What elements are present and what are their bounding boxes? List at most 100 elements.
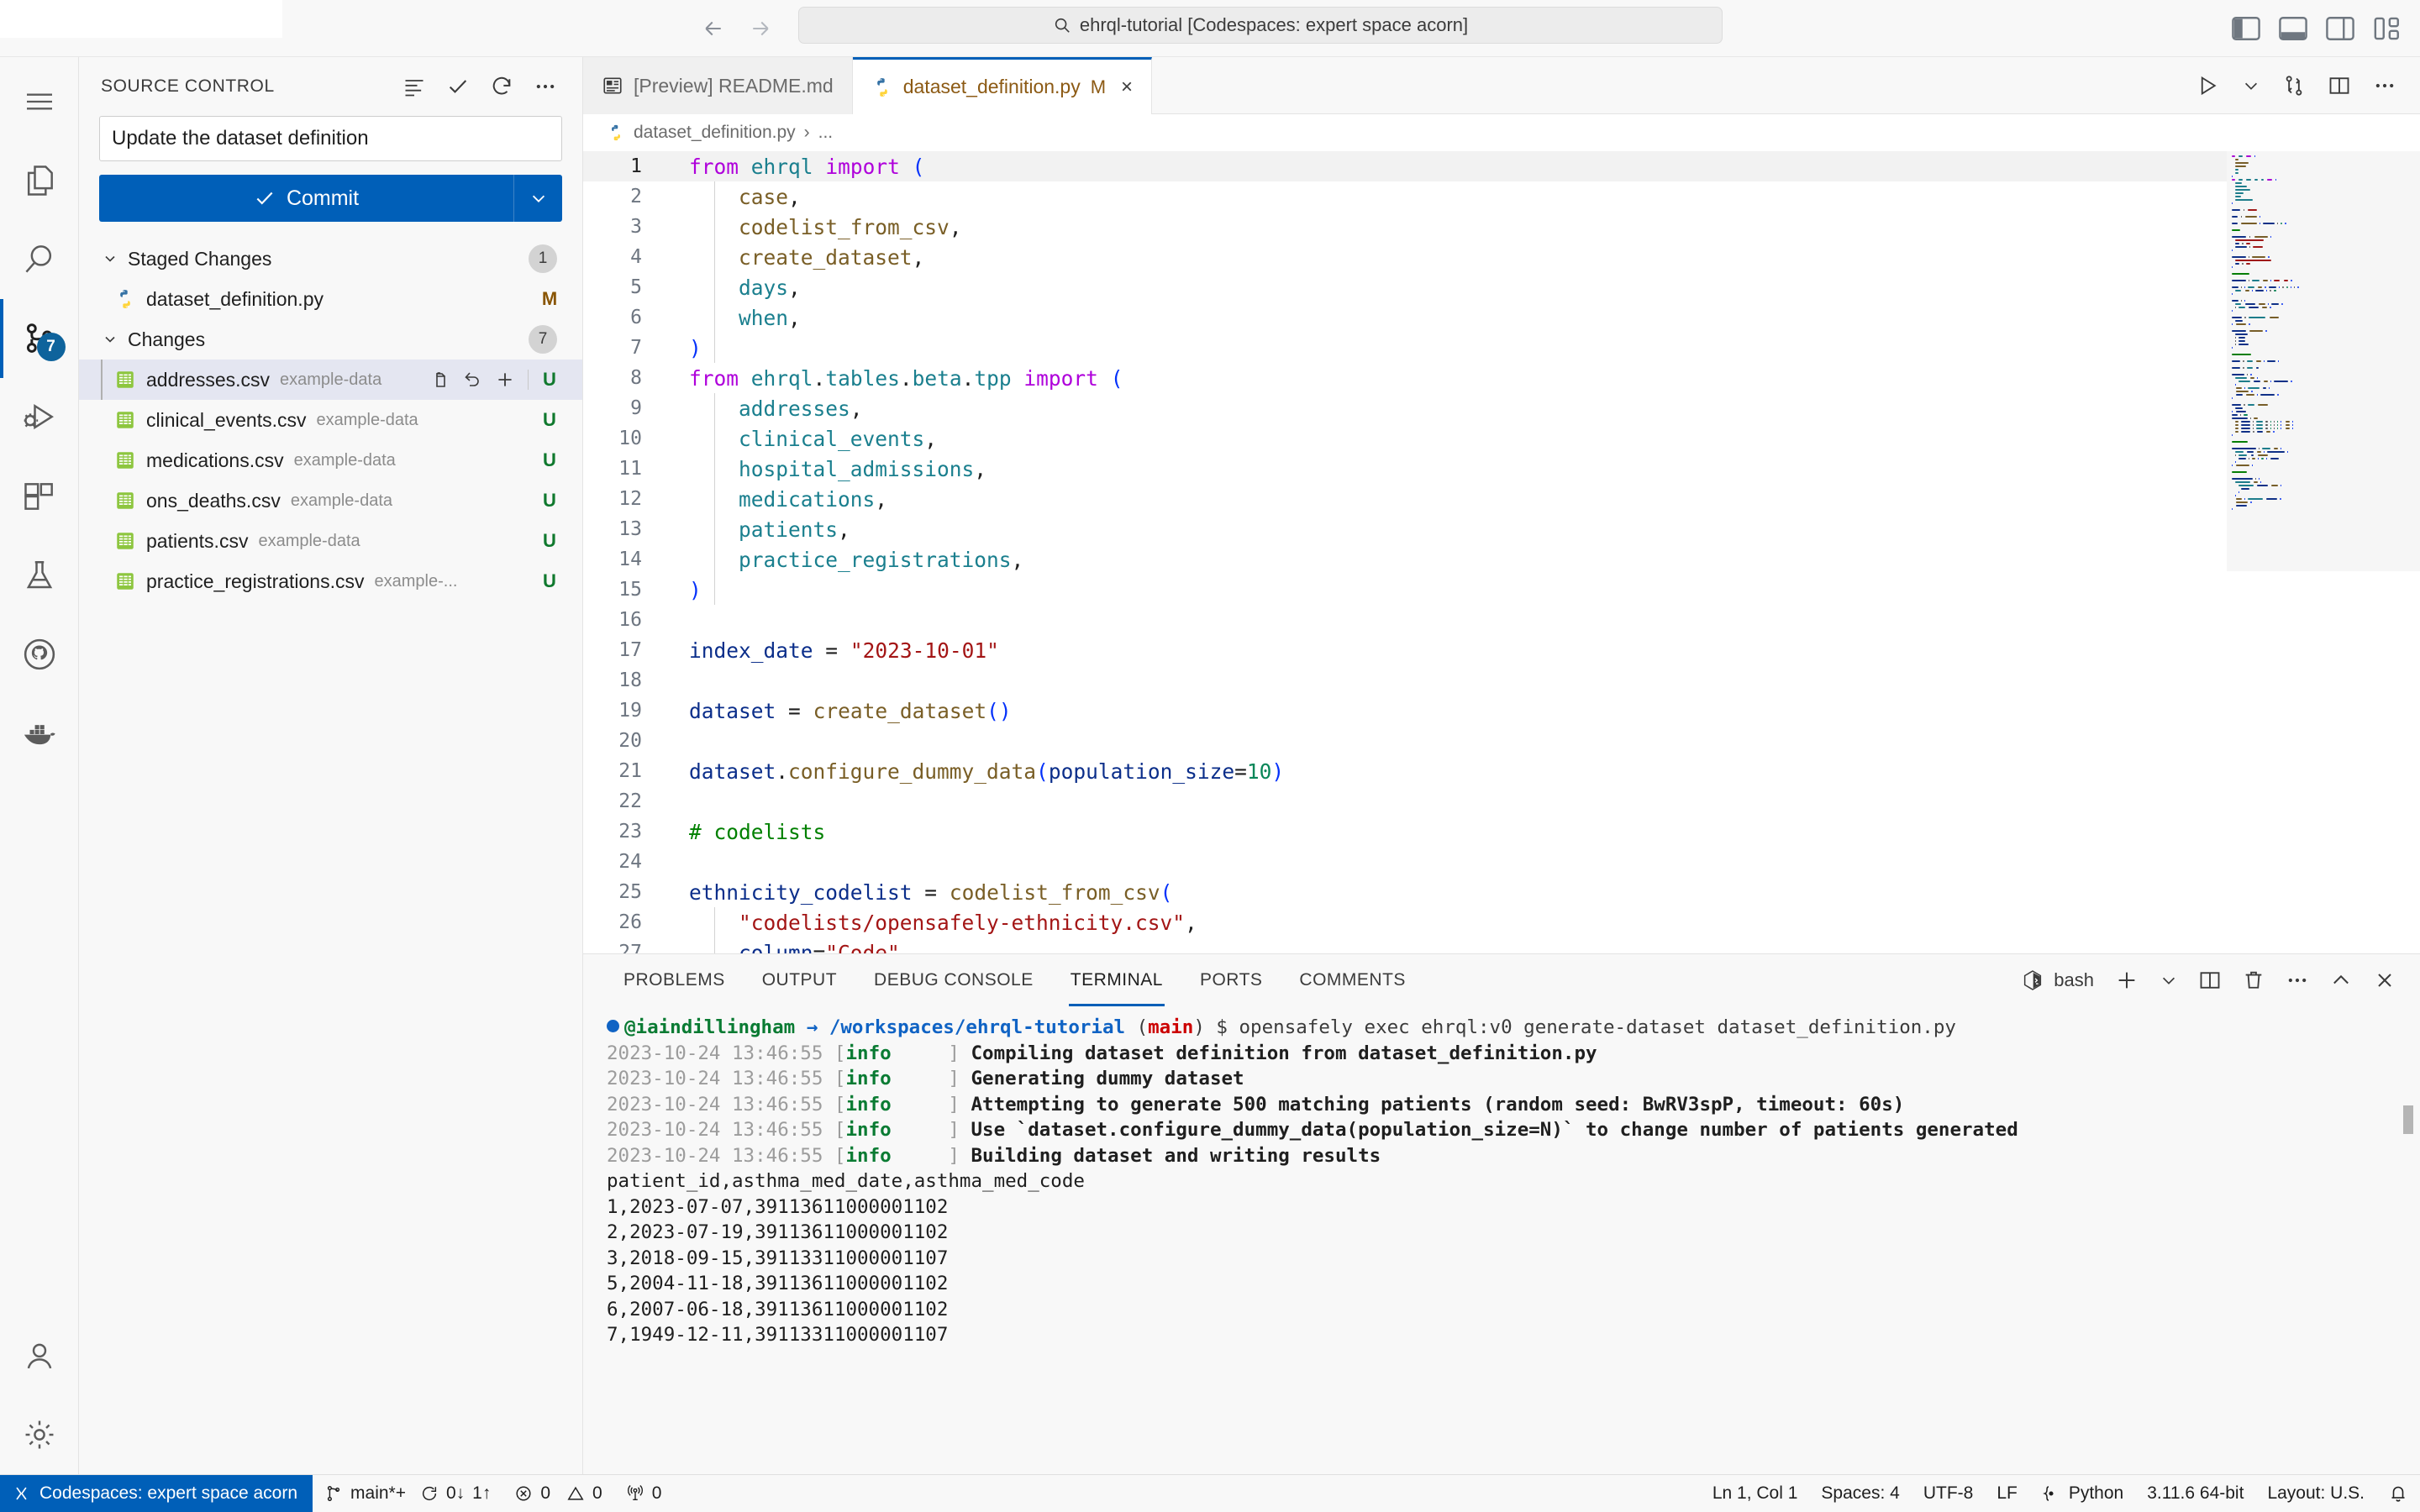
status-eol[interactable]: LF [1985,1475,2029,1512]
code-line[interactable]: 8 from ehrql.tables.beta.tpp import ( [583,363,2227,393]
scm-file-row[interactable]: clinical_events.csv example-data U [79,400,582,440]
code-line[interactable]: 10 clinical_events, [583,423,2227,454]
toggle-primary-sidebar-icon[interactable] [2232,16,2260,41]
tab-comments[interactable]: COMMENTS [1281,954,1424,1006]
close-panel-icon[interactable] [2373,969,2396,992]
code-line[interactable]: 12 medications, [583,484,2227,514]
sidebar-item-search[interactable] [0,220,79,299]
accounts-icon[interactable] [0,1316,79,1395]
code-line[interactable]: 4 create_dataset, [583,242,2227,272]
go-back-icon[interactable] [699,14,728,43]
code-line[interactable]: 15) [583,575,2227,605]
status-notifications[interactable] [2376,1475,2420,1512]
tab-output[interactable]: OUTPUT [744,954,855,1006]
code-line[interactable]: 22 [583,786,2227,816]
commit-message-input[interactable] [99,116,562,161]
code-line[interactable]: 21 dataset.configure_dummy_data(populatio… [583,756,2227,786]
status-language-mode[interactable]: Python [2029,1475,2135,1512]
code-line[interactable]: 5 days, [583,272,2227,302]
sidebar-item-source-control[interactable]: 7 [0,299,79,378]
view-as-list-icon[interactable] [397,70,431,103]
tab-terminal[interactable]: TERMINAL [1052,954,1181,1006]
code-line[interactable]: 19 dataset = create_dataset() [583,696,2227,726]
tab-readme-preview[interactable]: [Preview] README.md [583,57,853,114]
code-line[interactable]: 7) [583,333,2227,363]
status-branch[interactable]: main*+ 0↓ 1↑ [313,1475,502,1512]
sidebar-item-testing[interactable] [0,536,79,615]
tab-debug-console[interactable]: DEBUG CONSOLE [855,954,1052,1006]
code-line[interactable]: 17 index_date = "2023-10-01" [583,635,2227,665]
code-line[interactable]: 13 patients, [583,514,2227,544]
sidebar-item-github[interactable] [0,615,79,694]
manage-gear-icon[interactable] [0,1395,79,1474]
scm-file-row[interactable]: dataset_definition.py M [79,279,582,319]
open-file-icon[interactable] [430,370,450,390]
status-problems[interactable]: 0 0 [502,1475,613,1512]
status-keyboard-layout[interactable]: Layout: U.S. [2255,1475,2376,1512]
tab-dataset-definition-py[interactable]: dataset_definition.py M × [852,57,1153,114]
code-line[interactable]: 16 [583,605,2227,635]
commit-button[interactable]: Commit [99,175,513,222]
status-encoding[interactable]: UTF-8 [1912,1475,1986,1512]
sidebar-item-run-and-debug[interactable] [0,378,79,457]
terminal-scrollbar[interactable] [2403,1105,2413,1134]
terminal-output[interactable]: @iaindillingham → /workspaces/ehrql-tuto… [583,1006,2420,1474]
code-line[interactable]: 18 [583,665,2227,696]
sidebar-item-explorer[interactable] [0,141,79,220]
code-line[interactable]: 27 column="Code", [583,937,2227,954]
tab-problems[interactable]: PROBLEMS [605,954,744,1006]
minimap-slider[interactable] [2227,151,2420,571]
toggle-panel-icon[interactable] [2279,16,2307,41]
stage-changes-icon[interactable] [494,369,516,391]
split-source-control-icon[interactable] [2282,74,2306,97]
code-line[interactable]: 26 "codelists/opensafely-ethnicity.csv", [583,907,2227,937]
split-terminal-icon[interactable] [2198,969,2222,992]
scm-file-row[interactable]: addresses.csv example-data U [79,360,582,400]
editor-minimap[interactable] [2227,151,2420,953]
code-line[interactable]: 11 hospital_admissions, [583,454,2227,484]
refresh-icon[interactable] [485,70,518,103]
code-line[interactable]: 2 case, [583,181,2227,212]
go-forward-icon[interactable] [746,14,775,43]
status-indentation[interactable]: Spaces: 4 [1809,1475,1911,1512]
status-cursor-position[interactable]: Ln 1, Col 1 [1701,1475,1810,1512]
quick-input-search-bar[interactable]: ehrql-tutorial [Codespaces: expert space… [798,7,1723,44]
scm-file-row[interactable]: ons_deaths.csv example-data U [79,480,582,521]
new-terminal-icon[interactable] [2114,968,2139,993]
scm-file-row[interactable]: patients.csv example-data U [79,521,582,561]
more-actions-icon[interactable] [2373,74,2396,97]
close-icon[interactable]: × [1121,76,1133,99]
commit-dropdown-button[interactable] [513,175,562,222]
code-line[interactable]: 1 from ehrql import ( [583,151,2227,181]
code-line[interactable]: 9 addresses, [583,393,2227,423]
split-editor-icon[interactable] [2328,74,2351,97]
code-line[interactable]: 24 [583,847,2227,877]
code-line[interactable]: 14 practice_registrations, [583,544,2227,575]
code-line[interactable]: 3 codelist_from_csv, [583,212,2227,242]
code-line[interactable]: 6 when, [583,302,2227,333]
code-line[interactable]: 23 # codelists [583,816,2227,847]
scm-file-row[interactable]: practice_registrations.csv example-... U [79,561,582,601]
breadcrumb-tail[interactable]: ... [818,123,834,143]
status-remote-indicator[interactable]: Codespaces: expert space acorn [0,1474,313,1512]
terminal-profile-dropdown-icon[interactable] [2160,971,2178,990]
status-python-interpreter[interactable]: 3.11.6 64-bit [2135,1475,2255,1512]
toggle-secondary-sidebar-icon[interactable] [2326,16,2354,41]
code-content[interactable]: 1 from ehrql import (2 case, 3 codelist_fr… [583,151,2227,953]
scm-file-row[interactable]: medications.csv example-data U [79,440,582,480]
scm-group-changes[interactable]: Changes 7 [79,319,582,360]
kill-terminal-icon[interactable] [2242,969,2265,992]
code-line[interactable]: 25 ethnicity_codelist = codelist_from_csv… [583,877,2227,907]
sidebar-item-docker[interactable] [0,694,79,773]
hamburger-menu-icon[interactable] [0,62,79,141]
maximize-panel-icon[interactable] [2329,969,2353,992]
more-actions-icon[interactable] [529,70,562,103]
code-line[interactable]: 20 [583,726,2227,756]
customize-layout-icon[interactable] [2373,16,2402,41]
tab-ports[interactable]: PORTS [1181,954,1281,1006]
scm-group-staged-changes[interactable]: Staged Changes 1 [79,239,582,279]
commit-check-icon[interactable] [441,70,475,103]
breadcrumb-file[interactable]: dataset_definition.py [634,123,796,143]
run-python-file-icon[interactable] [2195,73,2220,98]
sidebar-item-extensions[interactable] [0,457,79,536]
